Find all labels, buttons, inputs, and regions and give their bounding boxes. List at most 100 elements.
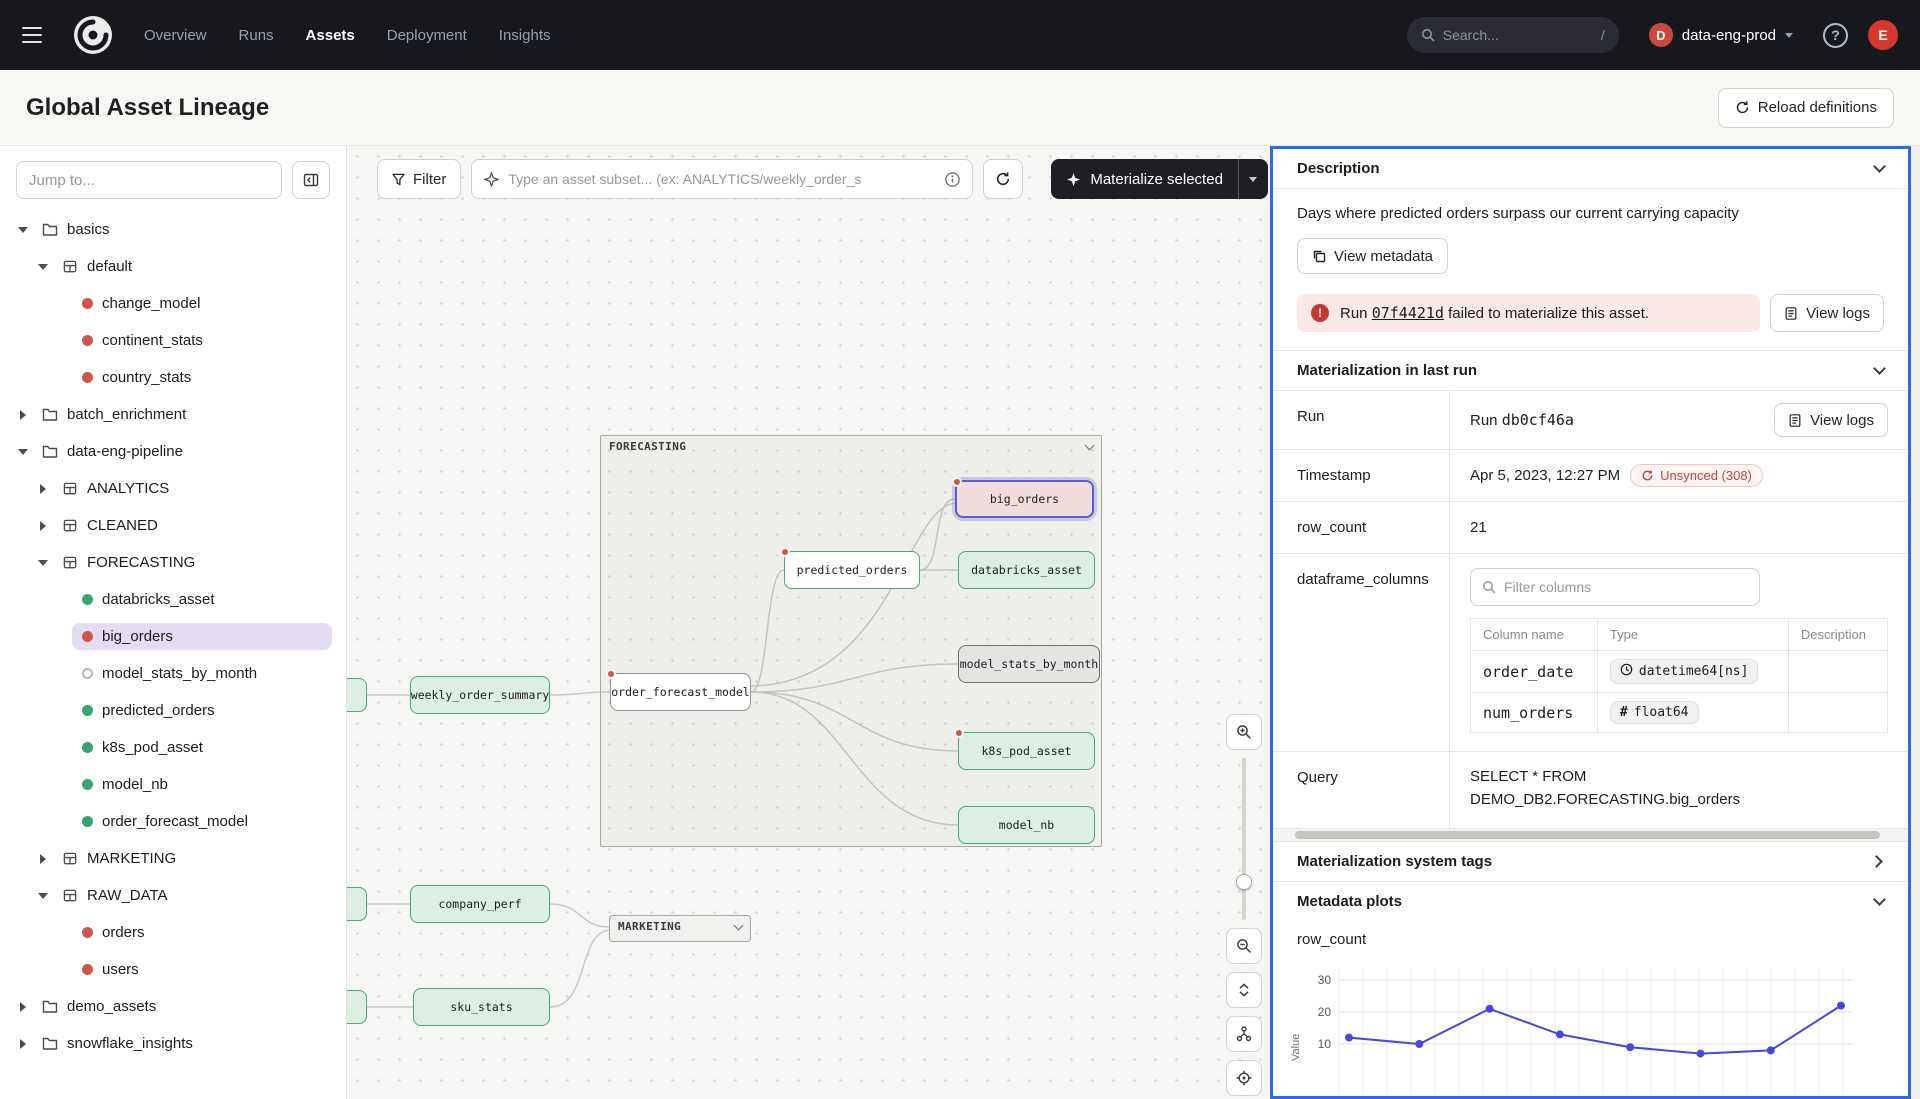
run-id-link[interactable]: db0cf46a: [1502, 411, 1574, 429]
materialize-main[interactable]: Materialize selected: [1051, 159, 1238, 199]
horizontal-scrollbar[interactable]: [1273, 828, 1908, 841]
graph-layout-button[interactable]: [1226, 1016, 1262, 1052]
zoom-out-button[interactable]: [1226, 928, 1262, 964]
dagster-logo[interactable]: [72, 14, 114, 56]
jump-to-input[interactable]: [16, 161, 282, 199]
tree-item-orders[interactable]: orders: [0, 914, 346, 951]
menu-icon[interactable]: [22, 18, 56, 52]
tree-item-data-eng-pipeline[interactable]: data-eng-pipeline: [0, 433, 346, 470]
asset-node-stub-0[interactable]: [347, 678, 367, 712]
zoom-slider-handle[interactable]: [1236, 874, 1252, 890]
chevron-down-icon: [1873, 160, 1886, 173]
lineage-graph-viewport[interactable]: FORECASTING MARKETING weekly_order_summary…: [347, 146, 1270, 1099]
asset-subset-input[interactable]: [471, 159, 973, 199]
recenter-button[interactable]: [1226, 1060, 1262, 1096]
tree-item-demo_assets[interactable]: demo_assets: [0, 988, 346, 1025]
nav-item-overview[interactable]: Overview: [144, 27, 207, 44]
materialize-options-button[interactable]: [1238, 159, 1268, 199]
tree-caret-icon[interactable]: [14, 227, 32, 233]
tree-caret-icon[interactable]: [34, 264, 52, 270]
sidebar-toolbar: [0, 146, 346, 211]
nav-item-assets[interactable]: Assets: [306, 27, 355, 44]
asset-node-model_stats_by_month[interactable]: model_stats_by_month: [958, 645, 1100, 683]
svg-text:20: 20: [1318, 1005, 1332, 1019]
user-avatar[interactable]: E: [1868, 20, 1898, 50]
tree-item-order_forecast_model[interactable]: order_forecast_model: [0, 803, 346, 840]
tree-item-basics[interactable]: basics: [0, 211, 346, 248]
tree-item-k8s_pod_asset[interactable]: k8s_pod_asset: [0, 729, 346, 766]
tree-caret-icon[interactable]: [14, 1002, 32, 1012]
tree-item-RAW_DATA[interactable]: RAW_DATA: [0, 877, 346, 914]
tree-item-change_model[interactable]: change_model: [0, 285, 346, 322]
metadata-plots-section-header[interactable]: Metadata plots: [1273, 881, 1908, 921]
tree-item-FORECASTING[interactable]: FORECASTING: [0, 544, 346, 581]
asset-node-weekly_order_summary[interactable]: weekly_order_summary: [410, 676, 550, 714]
failed-run-link[interactable]: 07f4421d: [1372, 304, 1444, 322]
filter-columns-input[interactable]: [1470, 568, 1760, 606]
filter-button[interactable]: Filter: [377, 159, 461, 199]
asset-node-model_nb[interactable]: model_nb: [958, 806, 1095, 844]
tree-caret-icon[interactable]: [14, 449, 32, 455]
asset-group-MARKETING[interactable]: MARKETING: [609, 915, 751, 942]
zoom-slider[interactable]: [1226, 758, 1262, 920]
tree-item-CLEANED[interactable]: CLEANED: [0, 507, 346, 544]
asset-subset-text-input[interactable]: [508, 171, 936, 187]
collapse-sidebar-button[interactable]: [292, 161, 330, 199]
tree-caret-icon[interactable]: [14, 1039, 32, 1049]
zoom-slider-track[interactable]: [1242, 758, 1246, 920]
search-input[interactable]: [1443, 27, 1563, 43]
tree-caret-icon[interactable]: [34, 854, 52, 864]
tree-item-pill: change_model: [72, 290, 332, 317]
collapse-groups-button[interactable]: [1226, 972, 1262, 1008]
scrollbar-thumb[interactable]: [1295, 831, 1880, 839]
asset-node-stub-2[interactable]: [347, 990, 367, 1024]
tree-item-model_nb[interactable]: model_nb: [0, 766, 346, 803]
system-tags-section-header[interactable]: Materialization system tags: [1273, 841, 1908, 881]
view-logs-button[interactable]: View logs: [1770, 294, 1884, 332]
help-icon[interactable]: ?: [1823, 23, 1848, 48]
tree-caret-icon[interactable]: [14, 410, 32, 420]
asset-group-title: FORECASTING: [609, 440, 686, 453]
asset-node-predicted_orders[interactable]: predicted_orders: [784, 551, 920, 589]
asset-node-company_perf[interactable]: company_perf: [410, 885, 550, 923]
tree-caret-icon[interactable]: [34, 893, 52, 899]
tree-item-databricks_asset[interactable]: databricks_asset: [0, 581, 346, 618]
nav-item-insights[interactable]: Insights: [499, 27, 551, 44]
tree-item-model_stats_by_month[interactable]: model_stats_by_month: [0, 655, 346, 692]
tree-item-ANALYTICS[interactable]: ANALYTICS: [0, 470, 346, 507]
deployment-switcher[interactable]: D data-eng-prod: [1639, 17, 1803, 53]
filter-columns-text-input[interactable]: [1504, 579, 1748, 595]
tree-item-batch_enrichment[interactable]: batch_enrichment: [0, 396, 346, 433]
tree-item-predicted_orders[interactable]: predicted_orders: [0, 692, 346, 729]
view-metadata-button[interactable]: View metadata: [1297, 238, 1448, 274]
description-section-header[interactable]: Description: [1273, 149, 1908, 189]
tree-item-users[interactable]: users: [0, 951, 346, 988]
refresh-graph-button[interactable]: [983, 159, 1023, 199]
global-search[interactable]: /: [1407, 17, 1619, 53]
group-collapse-icon[interactable]: [1085, 440, 1095, 450]
zoom-in-button[interactable]: [1226, 714, 1262, 750]
asset-node-sku_stats[interactable]: sku_stats: [413, 988, 550, 1026]
reload-definitions-button[interactable]: Reload definitions: [1718, 88, 1894, 128]
asset-node-k8s_pod_asset[interactable]: k8s_pod_asset: [958, 732, 1095, 770]
tree-caret-icon[interactable]: [34, 484, 52, 494]
nav-item-deployment[interactable]: Deployment: [387, 27, 467, 44]
tree-item-big_orders[interactable]: big_orders: [0, 618, 346, 655]
tree-item-country_stats[interactable]: country_stats: [0, 359, 346, 396]
asset-node-databricks_asset[interactable]: databricks_asset: [958, 551, 1095, 589]
asset-node-big_orders[interactable]: big_orders: [955, 480, 1094, 518]
tree-item-snowflake_insights[interactable]: snowflake_insights: [0, 1025, 346, 1062]
nav-item-runs[interactable]: Runs: [239, 27, 274, 44]
tree-item-MARKETING[interactable]: MARKETING: [0, 840, 346, 877]
group-collapse-icon[interactable]: [734, 920, 744, 930]
view-run-logs-button[interactable]: View logs: [1774, 403, 1888, 437]
tree-item-default[interactable]: default: [0, 248, 346, 285]
info-icon[interactable]: [945, 172, 960, 187]
asset-node-order_forecast_model[interactable]: order_forecast_model: [610, 673, 751, 711]
tree-caret-icon[interactable]: [34, 560, 52, 566]
materialize-selected-button[interactable]: Materialize selected: [1051, 159, 1268, 199]
tree-item-continent_stats[interactable]: continent_stats: [0, 322, 346, 359]
materialization-section-header[interactable]: Materialization in last run: [1273, 350, 1908, 390]
tree-caret-icon[interactable]: [34, 521, 52, 531]
asset-node-stub-1[interactable]: [347, 887, 367, 921]
